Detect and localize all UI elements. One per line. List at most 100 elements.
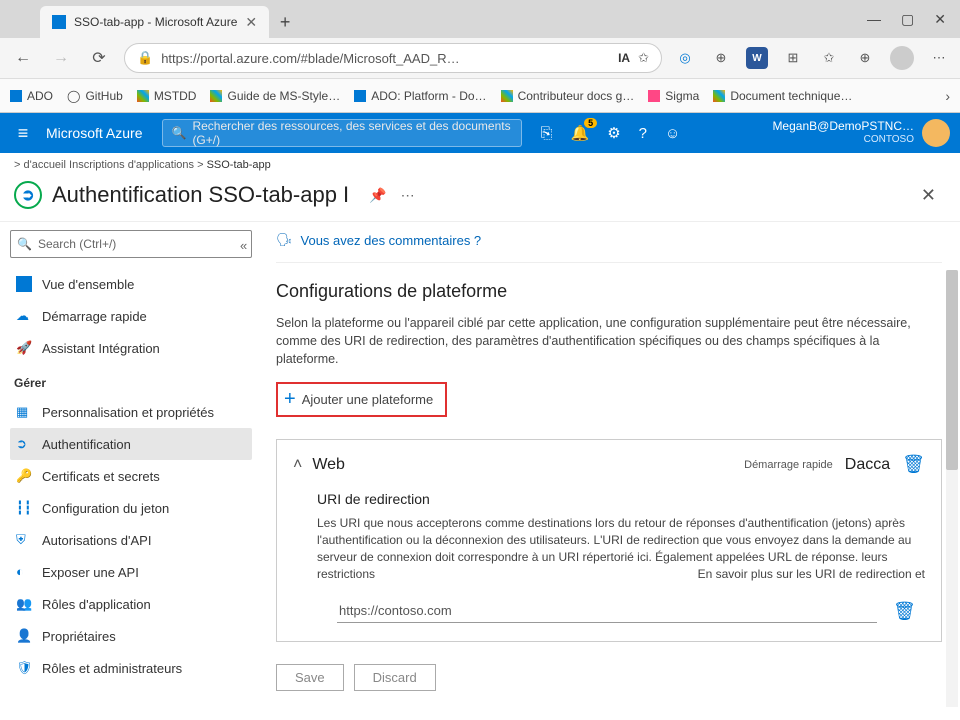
github-icon: ◯ (67, 89, 80, 103)
sidebar-item-label: Personnalisation et propriétés (42, 405, 214, 420)
browser-tab[interactable]: SSO-tab-app - Microsoft Azure ✕ (40, 6, 269, 38)
pin-icon[interactable]: 📌 (369, 187, 386, 204)
platform-web-title: Web (312, 456, 345, 474)
menu-toggle-icon[interactable]: ≡ (0, 123, 46, 144)
back-button[interactable]: ← (10, 45, 36, 71)
learn-more-link[interactable]: En savoir plus sur les URI de redirectio… (698, 566, 925, 583)
url-text: https://portal.azure.com/#blade/Microsof… (161, 51, 459, 66)
tab-close-icon[interactable]: ✕ (245, 14, 257, 31)
favorites-icon[interactable]: ✩ (818, 47, 840, 69)
feedback-link[interactable]: 🗣 Vous avez des commentaires ? (276, 232, 942, 263)
sidebar-item-api-permissions[interactable]: ⛨Autorisations d'API (10, 524, 252, 556)
azure-brand[interactable]: Microsoft Azure (46, 125, 162, 141)
breadcrumb: > d'accueil Inscriptions d'applications … (0, 153, 960, 177)
admin-icon: 🛡 (16, 660, 32, 676)
sidebar-item-owners[interactable]: 👤Propriétaires (10, 620, 252, 652)
feedback-icon[interactable]: ☺ (665, 125, 680, 142)
cloud-icon: ☁ (16, 308, 32, 324)
window-close-icon[interactable]: ✕ (934, 11, 946, 28)
azure-top-bar: ≡ Microsoft Azure 🔍 Rechercher des resso… (0, 113, 960, 153)
bookmark-ado-platform[interactable]: ADO: Platform - Do… (354, 89, 486, 103)
sidebar-item-app-roles[interactable]: 👥Rôles d'application (10, 588, 252, 620)
token-icon: ┇┇ (16, 500, 32, 516)
bookmarks-overflow-icon[interactable]: › (945, 88, 950, 104)
feedback-icon: 🗣 (276, 232, 293, 248)
docs-link[interactable]: Dacca (845, 456, 890, 474)
ia-badge[interactable]: IA (618, 51, 630, 65)
discard-button[interactable]: Discard (354, 664, 436, 691)
refresh-button[interactable]: ⟳ (86, 45, 112, 71)
sidebar-item-certificates[interactable]: 🔑 Certificats et secrets (10, 460, 252, 492)
new-tab-button[interactable]: + (269, 12, 301, 33)
forward-button[interactable]: → (48, 45, 74, 71)
bookmarks-bar: ADO ◯GitHub MSTDD Guide de MS-Style… ADO… (0, 78, 960, 112)
crumb-home[interactable]: > d'accueil (14, 159, 66, 171)
sidebar-item-label: Assistant Intégration (42, 341, 160, 356)
account-avatar[interactable] (922, 119, 950, 147)
profile-avatar[interactable] (890, 46, 914, 70)
azure-favicon (52, 15, 66, 29)
sidebar-item-expose-api[interactable]: ◐Exposer une API (10, 556, 252, 588)
collapse-sidebar-icon[interactable]: « (240, 238, 247, 253)
help-icon[interactable]: ? (639, 125, 647, 142)
crumb-app[interactable]: SSO-tab-app (207, 159, 271, 171)
sidebar-item-integration[interactable]: 🚀Assistant Intégration (10, 332, 252, 364)
blade-close-icon[interactable]: ✕ (921, 185, 946, 206)
quickstart-label: Démarrage rapide (744, 459, 833, 471)
account-menu[interactable]: MeganB@DemoPSTNC… CONTOSO (772, 119, 922, 147)
notification-count: 5 (584, 118, 597, 128)
window-minimize-icon[interactable]: ― (867, 11, 881, 27)
plus-icon: + (284, 388, 296, 411)
cloud-shell-icon[interactable]: ⎘ (540, 125, 552, 142)
azure-search-input[interactable]: 🔍 Rechercher des ressources, des service… (162, 119, 522, 147)
shield-icon[interactable]: ◎ (674, 47, 696, 69)
window-maximize-icon[interactable]: ▢ (901, 11, 914, 28)
bookmark-contributeur[interactable]: Contributeur docs g… (501, 89, 635, 103)
delete-uri-icon[interactable]: 🗑 (893, 601, 916, 622)
sidebar-item-quickstart[interactable]: ☁ Démarrage rapide (10, 300, 252, 332)
globe-icon[interactable]: ⊕ (710, 47, 732, 69)
sidebar-item-label: Certificats et secrets (42, 469, 160, 484)
sidebar-item-roles-admins[interactable]: 🛡Rôles et administrateurs (10, 652, 252, 684)
bookmark-doctechnique[interactable]: Document technique… (713, 89, 852, 103)
sidebar-item-label: Exposer une API (42, 565, 139, 580)
chevron-up-icon[interactable]: ˄ (293, 456, 302, 474)
save-button[interactable]: Save (276, 664, 344, 691)
collections-icon[interactable]: ⊕ (854, 47, 876, 69)
delete-platform-icon[interactable]: 🗑 (902, 454, 925, 475)
lock-icon: 🔒 (137, 50, 153, 66)
word-icon[interactable]: W (746, 47, 768, 69)
notifications-icon[interactable]: 🔔5 (571, 124, 590, 142)
search-icon: 🔍 (17, 237, 32, 251)
azure-search-placeholder: Rechercher des ressources, des services … (192, 119, 513, 147)
sidebar-search-placeholder: Search (Ctrl+/) (38, 237, 116, 251)
address-bar: ← → ⟳ 🔒 https://portal.azure.com/#blade/… (0, 38, 960, 78)
star-plus-icon[interactable]: ✩ (638, 50, 649, 66)
more-icon[interactable]: ⋯ (928, 47, 950, 69)
platform-web-card: ˄ Web Démarrage rapide Dacca 🗑 URI de re… (276, 439, 942, 642)
sidebar-item-token[interactable]: ┇┇Configuration du jeton (10, 492, 252, 524)
branding-icon: ▦ (16, 404, 32, 420)
sidebar-item-overview[interactable]: Vue d'ensemble (10, 268, 252, 300)
permissions-icon: ⛨ (16, 532, 32, 548)
bookmark-github[interactable]: ◯GitHub (67, 89, 123, 103)
bookmark-ado[interactable]: ADO (10, 89, 53, 103)
extensions-icon[interactable]: ⊞ (782, 47, 804, 69)
sidebar-item-label: Rôles d'application (42, 597, 151, 612)
redirect-uri-input[interactable] (337, 599, 877, 623)
sidebar-item-authentication[interactable]: ➲Authentification (10, 428, 252, 460)
sidebar-item-label: Démarrage rapide (42, 309, 147, 324)
bookmark-mstdd[interactable]: MSTDD (137, 89, 197, 103)
scrollbar-thumb[interactable] (946, 270, 958, 470)
url-input[interactable]: 🔒 https://portal.azure.com/#blade/Micros… (124, 43, 662, 73)
add-platform-button[interactable]: + Ajouter une plateforme (276, 382, 447, 417)
sidebar-item-branding[interactable]: ▦ Personnalisation et propriétés (10, 396, 252, 428)
settings-icon[interactable]: ⚙ (607, 124, 620, 142)
bookmark-sigma[interactable]: Sigma (648, 89, 699, 103)
bookmark-guide[interactable]: Guide de MS-Style… (210, 89, 340, 103)
key-icon: 🔑 (16, 468, 32, 484)
more-actions-icon[interactable]: ⋯ (401, 187, 415, 204)
crumb-registrations[interactable]: Inscriptions d'applications > (69, 159, 203, 171)
sidebar-search-input[interactable]: 🔍 Search (Ctrl+/) (10, 230, 252, 258)
add-platform-label: Ajouter une plateforme (302, 392, 434, 407)
